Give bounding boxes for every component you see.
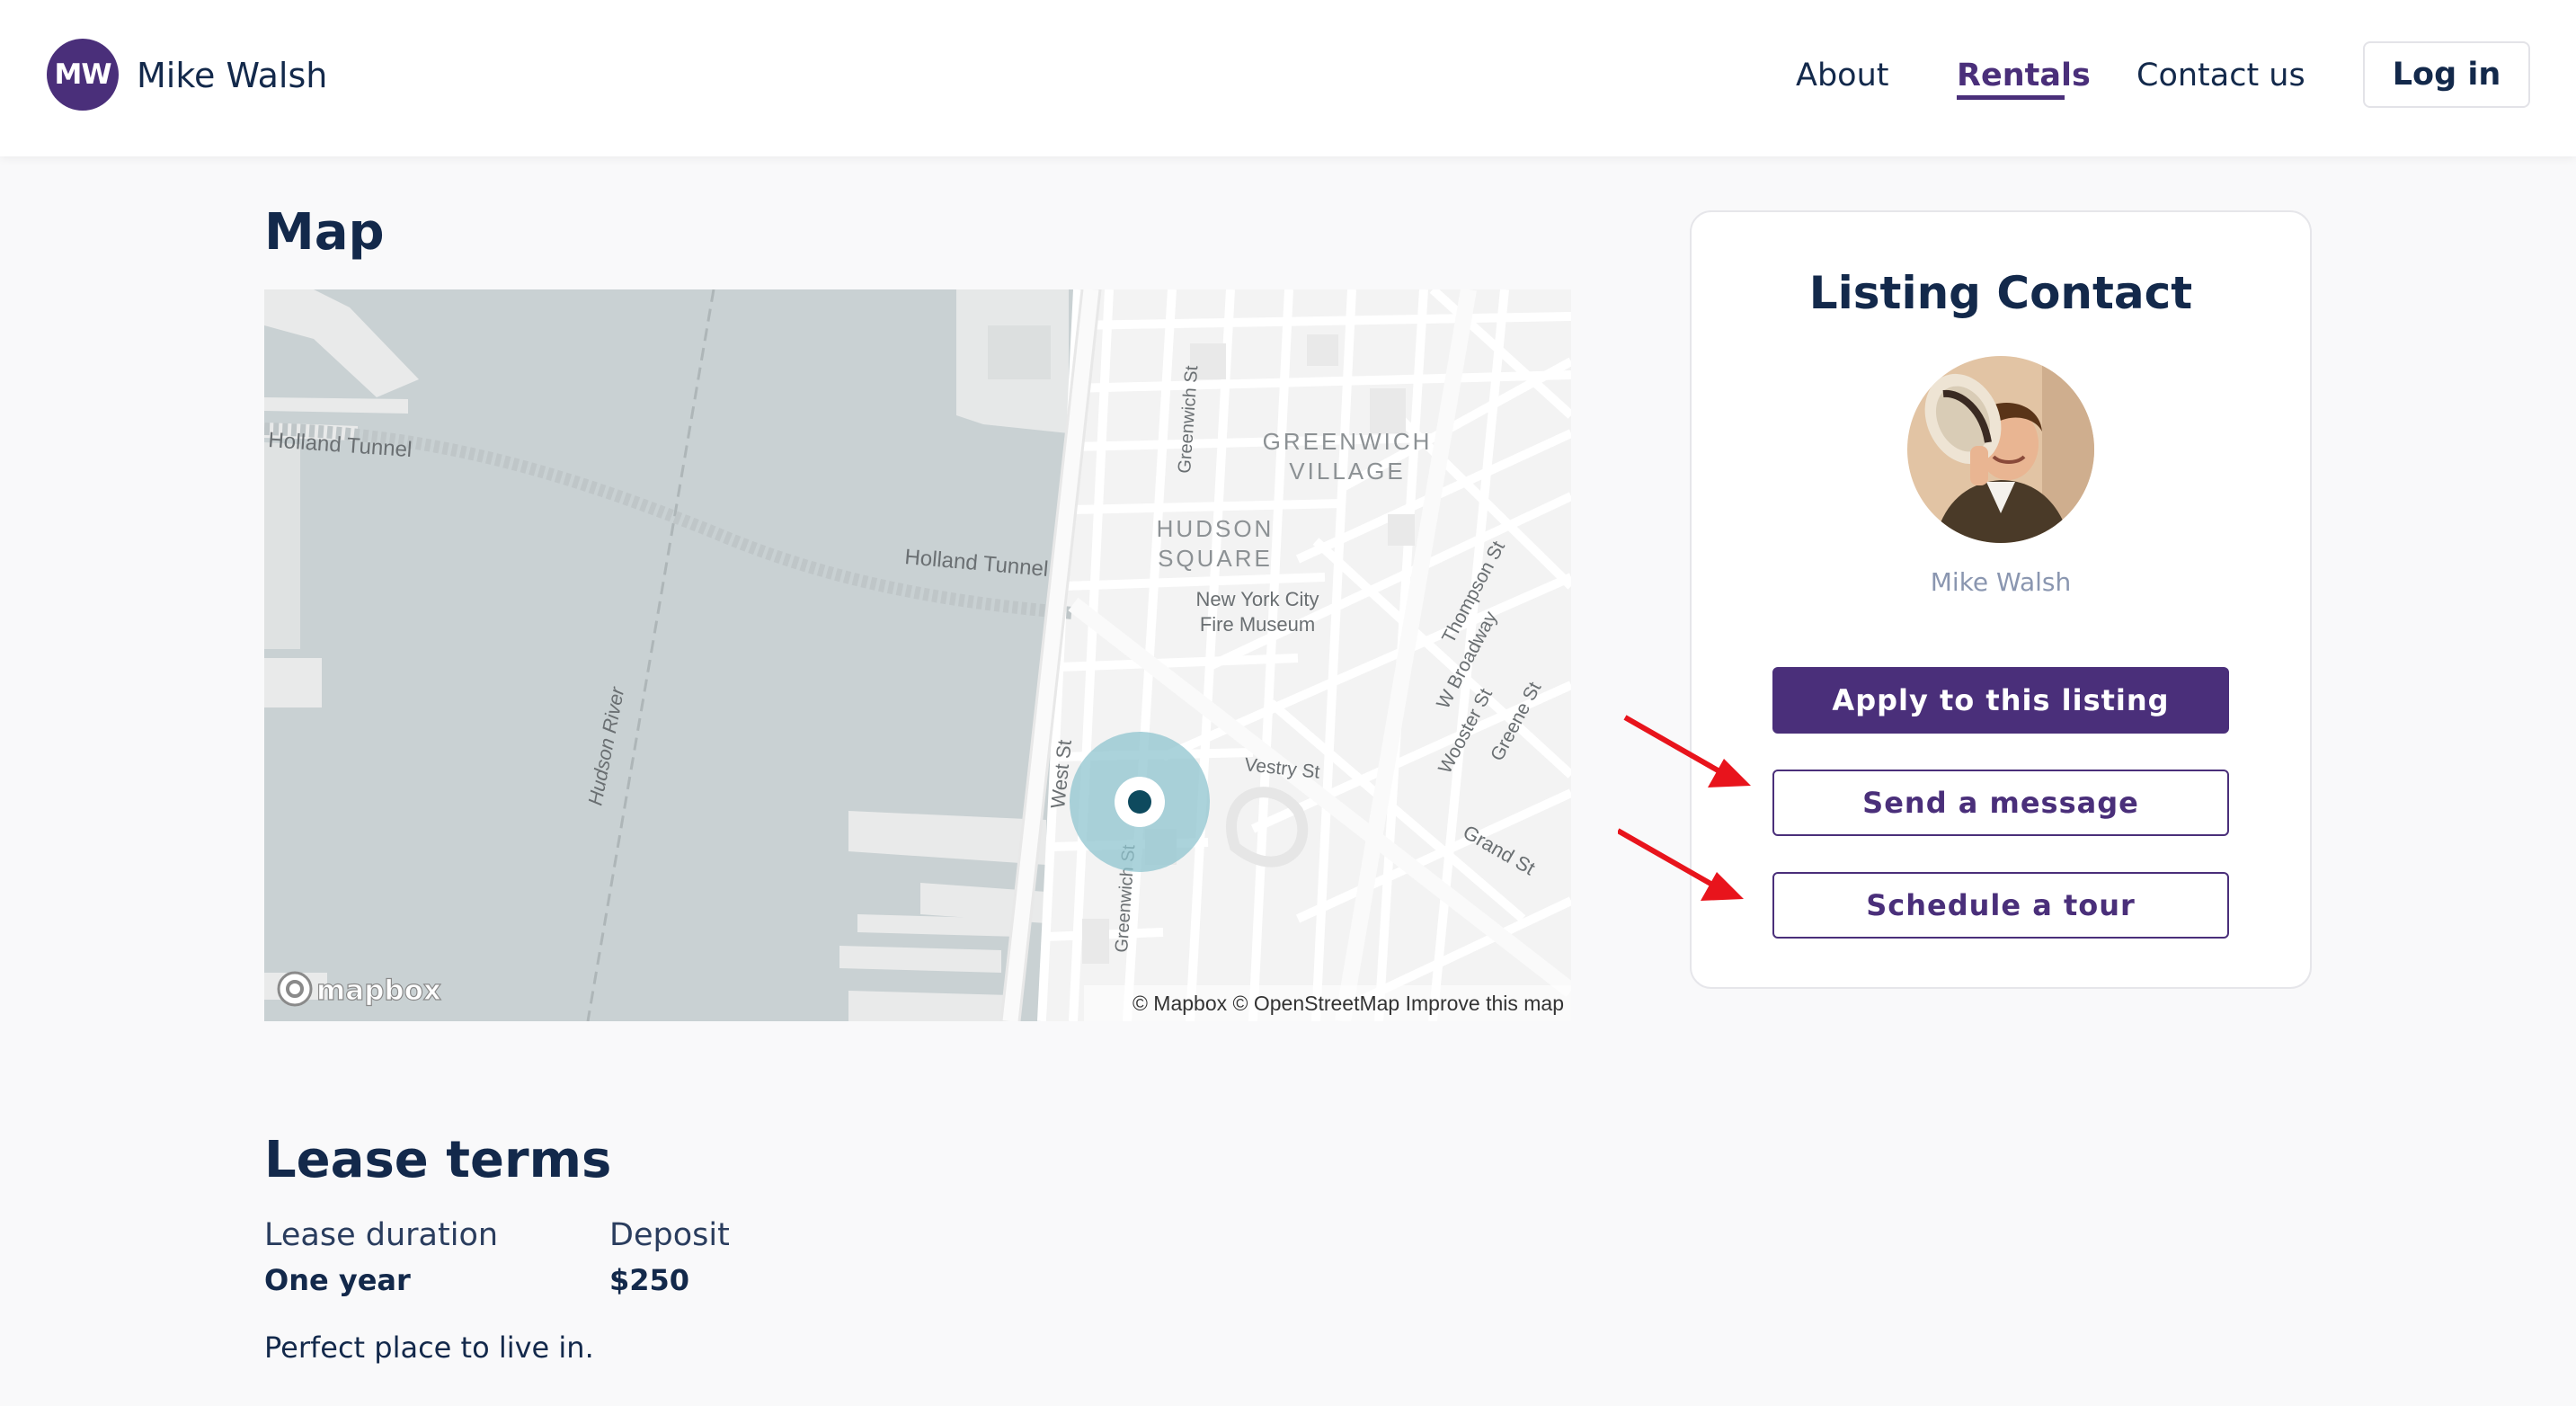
- listing-contact-card: Listing Contact Mike Walsh Apply to this…: [1690, 210, 2312, 989]
- map-label-village: VILLAGE: [1289, 458, 1405, 485]
- pier-building: [988, 325, 1051, 379]
- top-navbar: MW Mike Walsh About Rentals Contact us L…: [0, 0, 2576, 156]
- annotation-arrow-icon: [1618, 715, 1751, 901]
- login-button[interactable]: Log in: [2363, 41, 2530, 108]
- listing-contact-title: Listing Contact: [1808, 267, 2193, 319]
- map-view[interactable]: Holland Tunnel Holland Tunnel Hudson Riv…: [264, 289, 1571, 1021]
- send-message-button[interactable]: Send a message: [1772, 770, 2229, 836]
- brand-name[interactable]: Mike Walsh: [137, 54, 327, 97]
- nav-contact-us[interactable]: Contact us: [2136, 54, 2305, 97]
- nav-about[interactable]: About: [1796, 54, 1888, 97]
- brand-avatar[interactable]: MW: [47, 39, 119, 111]
- map-label-fire-museum-2: Fire Museum: [1200, 613, 1315, 636]
- pier: [839, 946, 1001, 973]
- listing-description: Perfect place to live in.: [264, 1330, 594, 1365]
- nav-active-underline: [1957, 95, 2065, 100]
- pier: [264, 658, 322, 707]
- apply-to-listing-button[interactable]: Apply to this listing: [1772, 667, 2229, 734]
- deposit-label: Deposit: [609, 1217, 730, 1253]
- lease-duration-value: One year: [264, 1263, 411, 1297]
- contact-photo-illustration: [1907, 356, 2094, 543]
- pier: [264, 397, 408, 414]
- lease-terms-title: Lease terms: [264, 1131, 612, 1189]
- lease-duration-label: Lease duration: [264, 1217, 499, 1253]
- mapbox-logo-icon[interactable]: mapbox: [277, 971, 442, 1008]
- map-label-square: SQUARE: [1158, 545, 1273, 572]
- location-marker-dot: [1128, 790, 1151, 814]
- pier: [264, 442, 300, 649]
- deposit-value: $250: [609, 1263, 690, 1297]
- contact-avatar: [1907, 356, 2094, 543]
- map-label-hudson: HUDSON: [1157, 515, 1275, 542]
- nav-rentals[interactable]: Rentals: [1957, 54, 2091, 97]
- map-section-title: Map: [264, 203, 385, 262]
- pier: [848, 991, 1010, 1021]
- map-label-fire-museum-1: New York City: [1196, 588, 1319, 610]
- map-label-greenwich: GREENWICH: [1263, 428, 1433, 455]
- mapbox-logo-text: mapbox: [316, 974, 441, 1007]
- contact-name: Mike Walsh: [1930, 567, 2072, 597]
- map-canvas[interactable]: Holland Tunnel Holland Tunnel Hudson Riv…: [264, 289, 1571, 1021]
- map-attribution[interactable]: © Mapbox © OpenStreetMap Improve this ma…: [1133, 992, 1564, 1015]
- schedule-tour-button[interactable]: Schedule a tour: [1772, 872, 2229, 939]
